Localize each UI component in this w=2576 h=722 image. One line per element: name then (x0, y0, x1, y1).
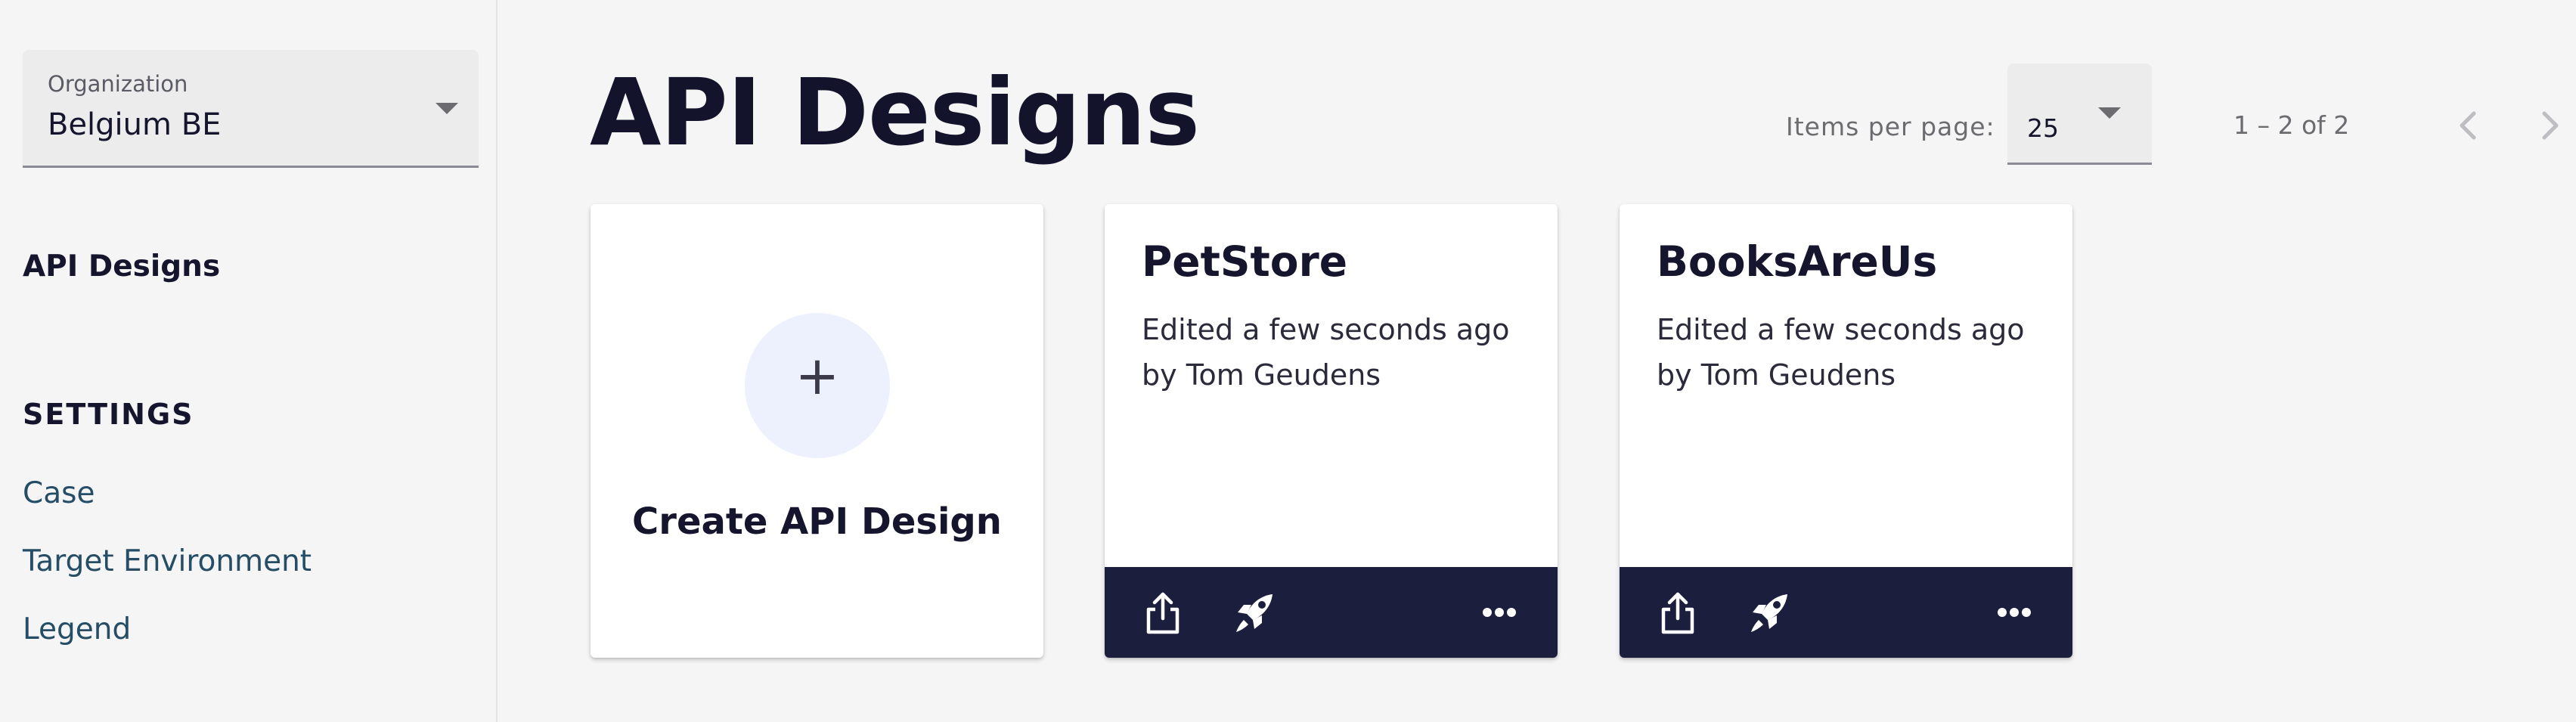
chevron-down-icon (2098, 107, 2121, 119)
more-horizontal-icon (1998, 608, 2031, 617)
create-api-design-label: Create API Design (632, 500, 1002, 543)
previous-page-button[interactable] (2445, 103, 2491, 148)
rocket-icon (1236, 594, 1273, 632)
card-title: BooksAreUs (1657, 237, 1938, 286)
items-per-page-value: 25 (2027, 113, 2059, 143)
plus-icon: + (795, 345, 840, 407)
pagination-range: 1 – 2 of 2 (2233, 110, 2350, 140)
deploy-button[interactable] (1745, 590, 1792, 637)
card-edited-info: Edited a few seconds ago by Tom Geudens (1142, 313, 1510, 392)
share-icon (1146, 592, 1180, 634)
more-options-button[interactable] (1992, 594, 2037, 631)
rocket-icon (1751, 594, 1787, 632)
organization-label: Organization (48, 71, 188, 97)
page-title: API Designs (590, 59, 1200, 166)
create-button-circle[interactable]: + (745, 313, 890, 458)
settings-item-target-environment[interactable]: Target Environment (23, 544, 312, 578)
chevron-down-icon (436, 103, 458, 114)
items-per-page-label: Items per page: (1786, 112, 1995, 141)
share-button[interactable] (1139, 590, 1186, 637)
card-footer (1620, 567, 2072, 658)
api-design-card-petstore[interactable]: PetStore Edited a few seconds ago by Tom… (1105, 204, 1558, 658)
sidebar: Organization Belgium BE API Designs SETT… (0, 0, 498, 722)
deploy-button[interactable] (1230, 590, 1277, 637)
items-per-page-select[interactable]: 25 (2007, 64, 2152, 165)
more-options-button[interactable] (1477, 594, 1522, 631)
settings-item-legend[interactable]: Legend (23, 612, 131, 646)
create-api-design-card[interactable]: + Create API Design (591, 204, 1043, 658)
share-icon (1661, 592, 1694, 634)
next-page-button[interactable] (2528, 103, 2573, 148)
more-horizontal-icon (1483, 608, 1516, 617)
chevron-left-icon (2460, 111, 2476, 140)
share-button[interactable] (1654, 590, 1701, 637)
organization-value: Belgium BE (48, 107, 222, 142)
main-content: API Designs Items per page: 25 1 – 2 of … (499, 0, 2576, 722)
card-edited-info: Edited a few seconds ago by Tom Geudens (1657, 313, 2025, 392)
api-design-card-booksareus[interactable]: BooksAreUs Edited a few seconds ago by T… (1620, 204, 2072, 658)
settings-heading: SETTINGS (23, 398, 194, 431)
organization-select[interactable]: Organization Belgium BE (23, 50, 479, 168)
card-footer (1105, 567, 1558, 658)
settings-item-case[interactable]: Case (23, 476, 95, 510)
chevron-right-icon (2542, 111, 2559, 140)
card-title: PetStore (1142, 237, 1348, 286)
nav-item-api-designs[interactable]: API Designs (23, 249, 220, 284)
